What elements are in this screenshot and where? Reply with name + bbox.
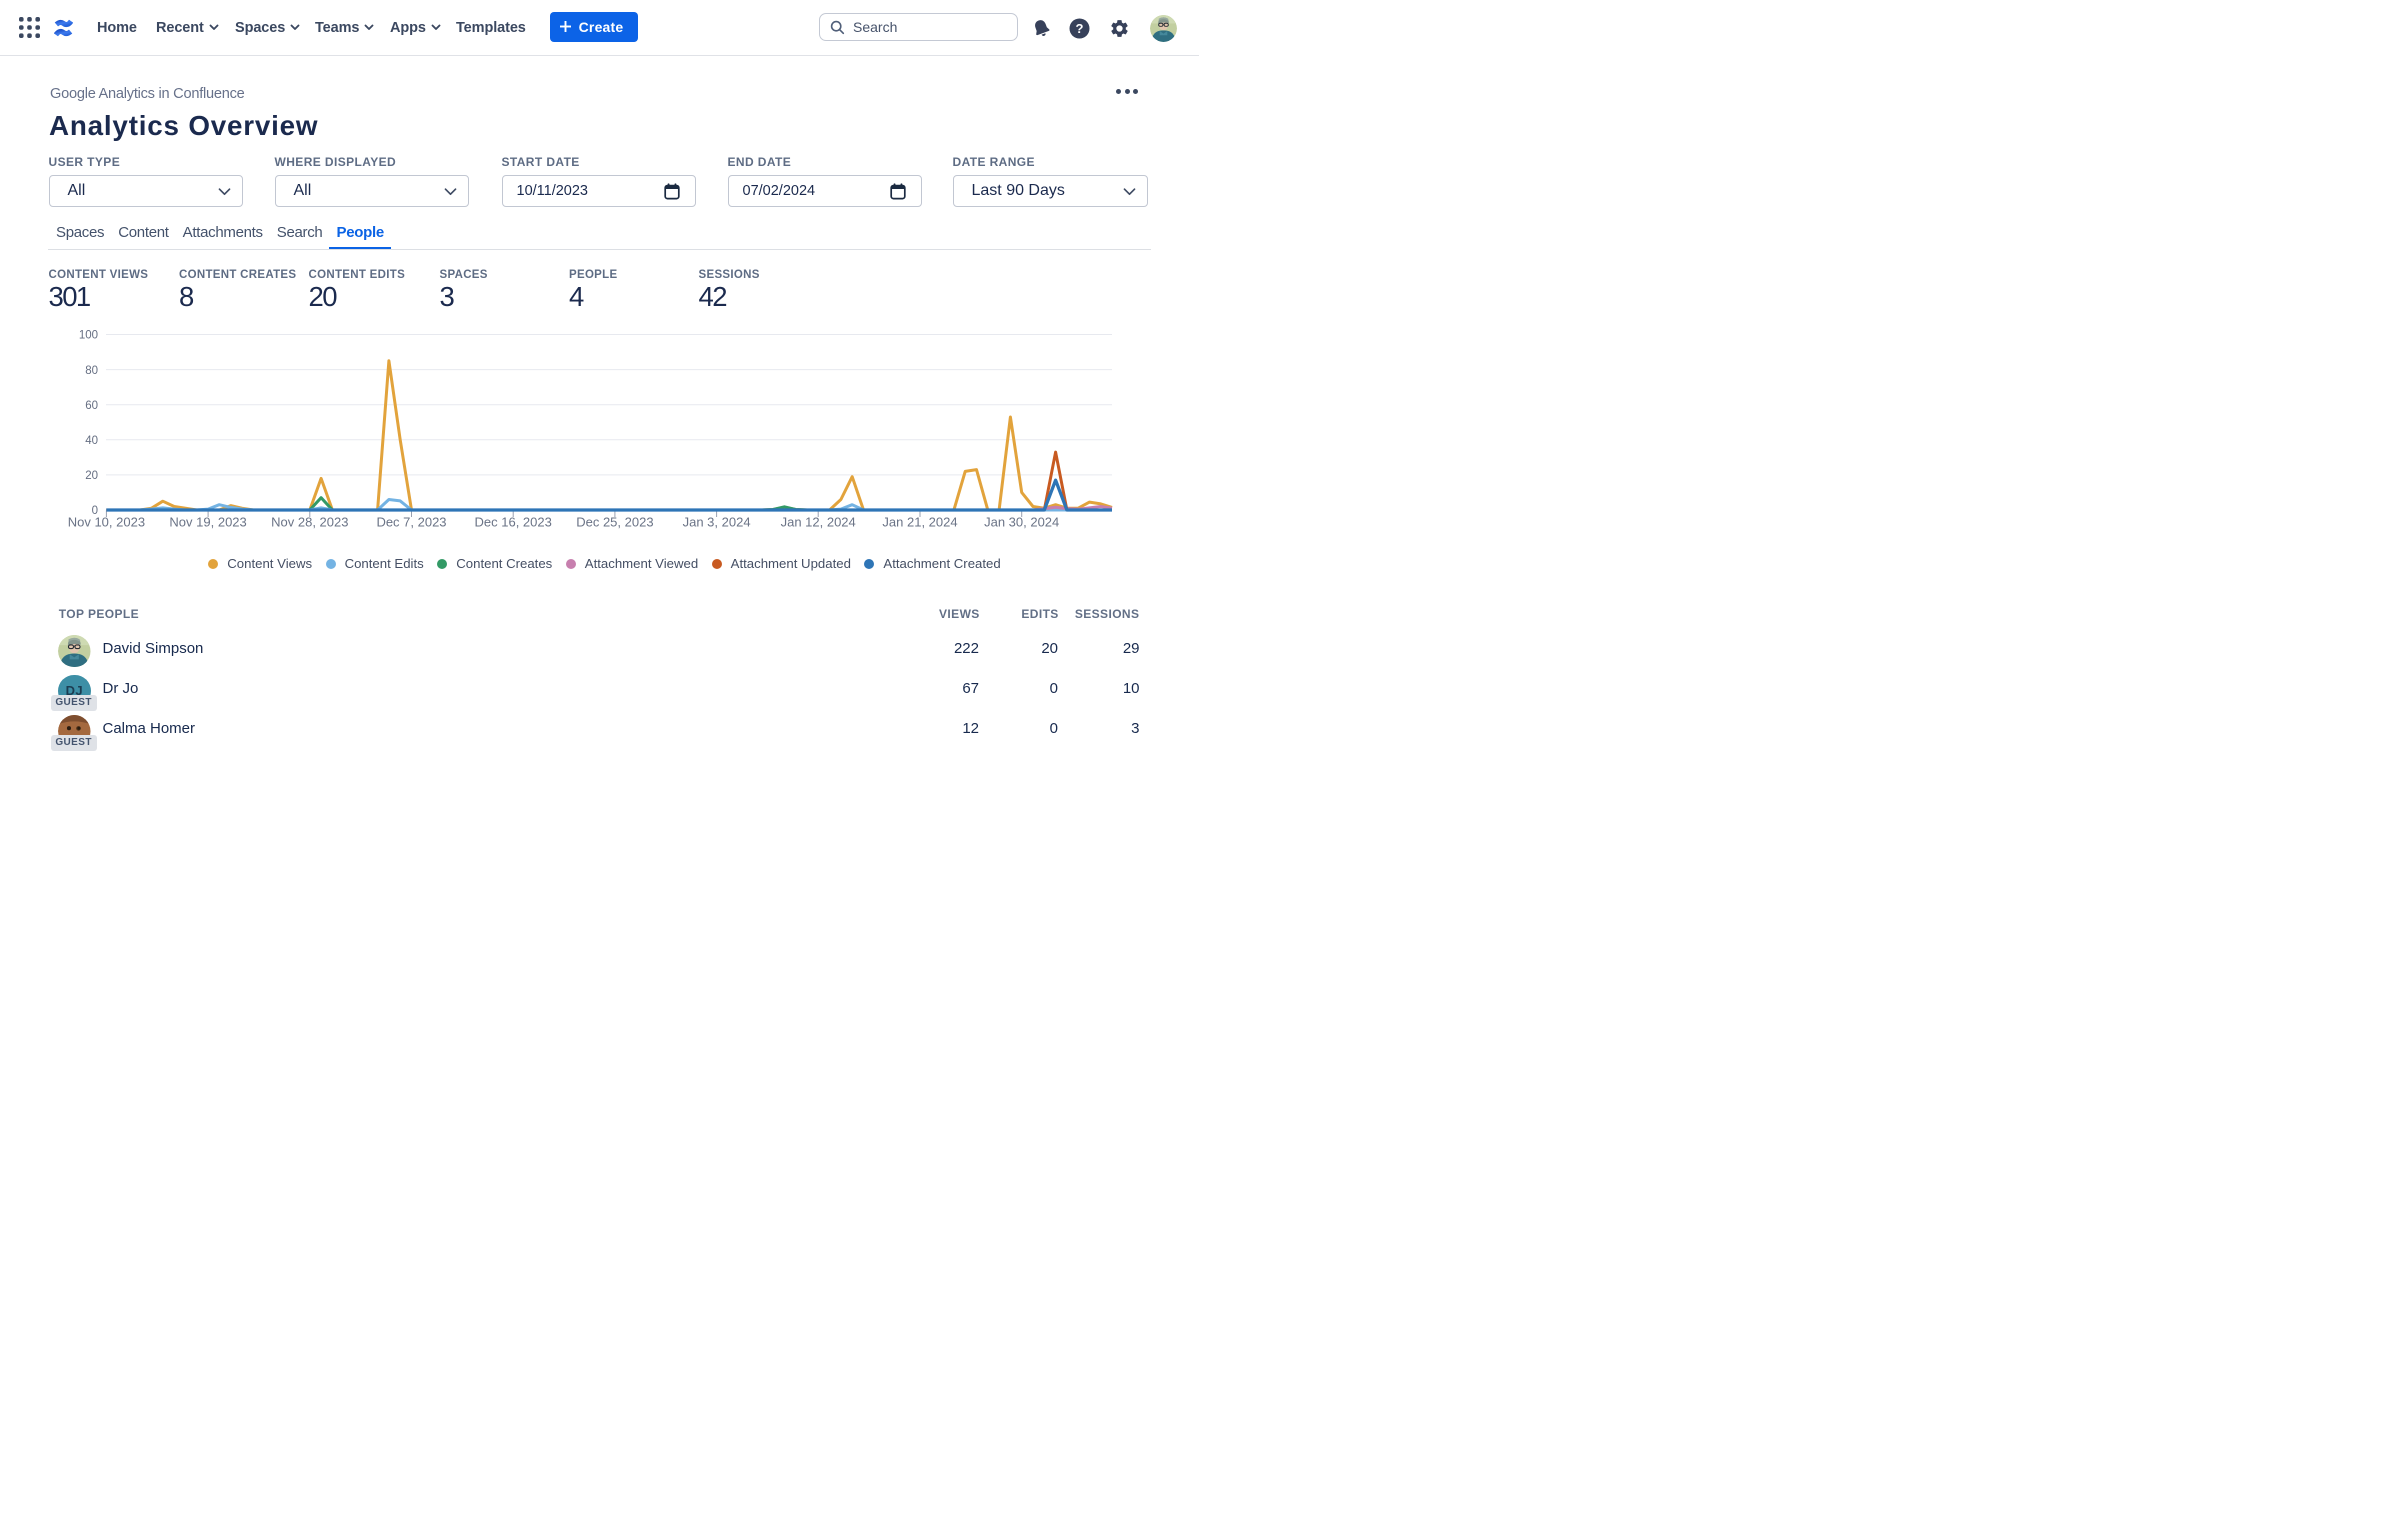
svg-text:40: 40 (85, 435, 98, 447)
svg-text:Jan 30, 2024: Jan 30, 2024 (984, 514, 1059, 529)
svg-text:Dec 7, 2023: Dec 7, 2023 (376, 514, 446, 529)
svg-text:100: 100 (79, 330, 98, 342)
svg-text:Dec 25, 2023: Dec 25, 2023 (576, 514, 653, 529)
svg-text:Nov 10, 2023: Nov 10, 2023 (68, 514, 145, 529)
svg-text:?: ? (1075, 21, 1083, 36)
svg-text:Jan 12, 2024: Jan 12, 2024 (781, 514, 856, 529)
svg-text:Dec 16, 2023: Dec 16, 2023 (475, 514, 552, 529)
svg-text:Nov 19, 2023: Nov 19, 2023 (169, 514, 246, 529)
svg-text:Jan 3, 2024: Jan 3, 2024 (683, 514, 751, 529)
svg-text:60: 60 (85, 400, 98, 412)
svg-text:80: 80 (85, 365, 98, 377)
svg-text:20: 20 (85, 470, 98, 482)
svg-text:Nov 28, 2023: Nov 28, 2023 (271, 514, 348, 529)
svg-text:Jan 21, 2024: Jan 21, 2024 (882, 514, 957, 529)
